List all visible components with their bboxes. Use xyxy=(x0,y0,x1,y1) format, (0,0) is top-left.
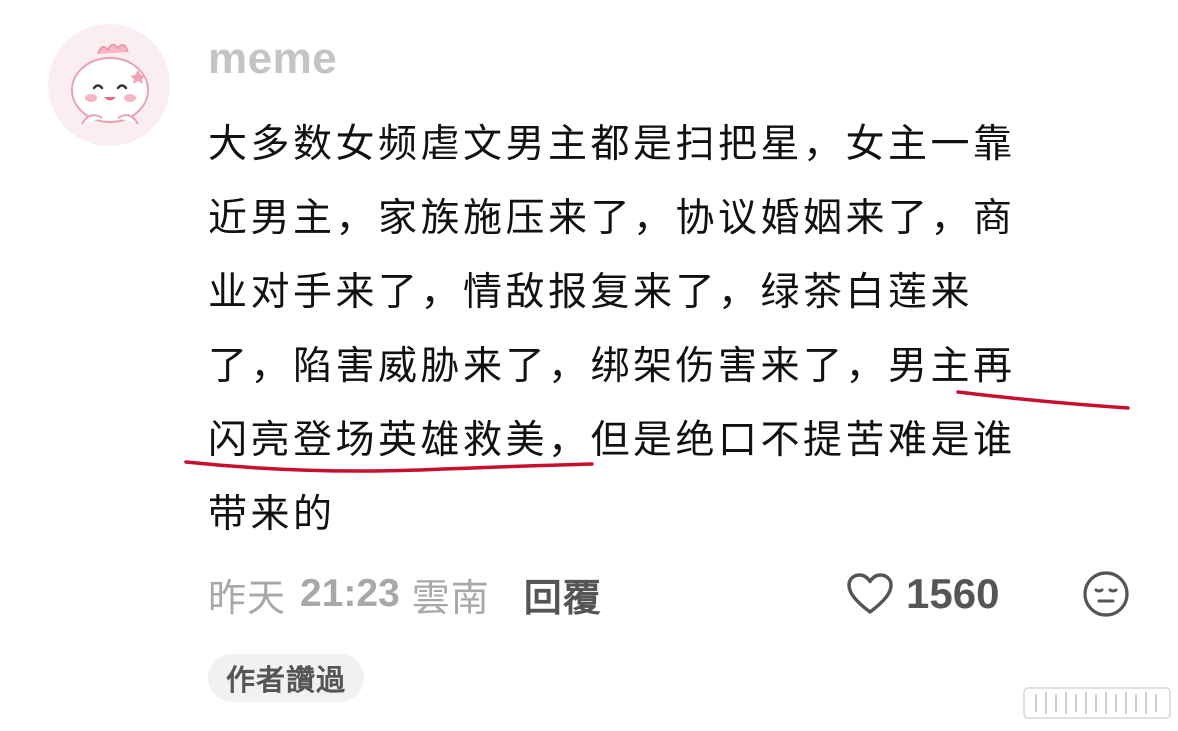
pink-dino-avatar-icon xyxy=(48,24,170,146)
like-button[interactable]: 1560 xyxy=(846,566,999,622)
comment-date: 昨天 xyxy=(208,575,287,620)
avatar[interactable] xyxy=(48,24,170,146)
username[interactable]: meme xyxy=(208,34,337,84)
like-count: 1560 xyxy=(906,570,1000,617)
watermark-icon xyxy=(1023,687,1171,719)
reply-button[interactable]: 回覆 xyxy=(524,567,602,622)
comment-line: 闪亮登场英雄救美，但是绝口不提苦难是谁 xyxy=(208,418,1016,463)
neutral-face-emoji-icon xyxy=(1083,571,1129,617)
comment-meta: 昨天 21:23 雲南 回覆 xyxy=(208,564,602,624)
comment-text: 大多数女频虐文男主都是扫把星，女主一靠 近男主，家族施压来了，协议婚姻来了，商 … xyxy=(208,108,1128,552)
comment-line: 了，陷害威胁来了，绑架伤害来了，男主再 xyxy=(208,344,1016,389)
reaction-button[interactable] xyxy=(1082,570,1130,618)
comment-line: 近男主，家族施压来了，协议婚姻来了，商 xyxy=(208,196,1016,241)
comment-time: 21:23 xyxy=(300,572,400,615)
platform-watermark xyxy=(1022,680,1172,724)
author-liked-badge: 作者讚過 xyxy=(208,654,365,702)
comment-line: 大多数女频虐文男主都是扫把星，女主一靠 xyxy=(208,122,1016,167)
comment-location: 雲南 xyxy=(411,575,490,620)
heart-outline-icon xyxy=(847,573,893,614)
comment-line: 业对手来了，情敌报复来了，绿茶白莲来 xyxy=(208,270,974,315)
comment-line: 带来的 xyxy=(208,492,336,537)
